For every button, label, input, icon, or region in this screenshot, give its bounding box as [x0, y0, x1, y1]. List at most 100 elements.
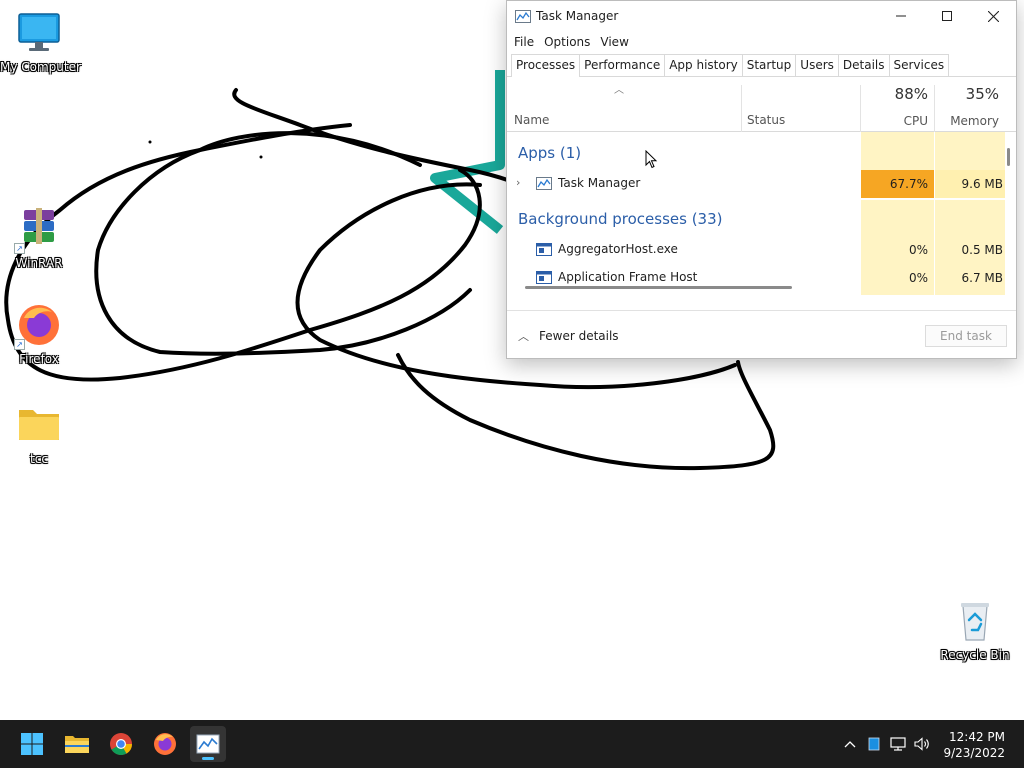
winrar-icon: ↗ [14, 206, 62, 254]
process-cpu: 67.7% [861, 170, 934, 198]
taskbar-chrome[interactable] [103, 726, 139, 762]
exe-window-icon [536, 243, 552, 256]
window-title: Task Manager [536, 9, 619, 23]
maximize-icon [942, 11, 952, 21]
vertical-scrollbar[interactable] [1007, 148, 1010, 166]
chevron-up-icon [844, 741, 856, 748]
cpu-cell-bg [861, 132, 934, 172]
tab-app-history[interactable]: App history [664, 54, 743, 76]
column-name[interactable]: Name [514, 113, 549, 127]
horizontal-scrollbar[interactable] [525, 286, 792, 289]
desktop-icon-label: WinRAR [15, 256, 63, 270]
shortcut-arrow-icon: ↗ [14, 339, 25, 350]
show-hidden-icons-button[interactable] [838, 720, 862, 768]
fewer-details-label: Fewer details [539, 329, 619, 343]
column-status[interactable]: Status [747, 113, 785, 127]
menu-view[interactable]: View [595, 35, 633, 49]
memory-cell-bg [935, 200, 1005, 240]
column-divider[interactable] [741, 85, 742, 132]
maximize-button[interactable] [924, 1, 970, 31]
column-memory[interactable]: 35% Memory [935, 77, 1005, 132]
firefox-icon [154, 733, 176, 755]
cpu-label: CPU [903, 114, 928, 128]
network-button[interactable] [886, 720, 910, 768]
network-icon [890, 737, 906, 751]
taskbar-firefox[interactable] [147, 726, 183, 762]
start-button[interactable] [14, 726, 50, 762]
memory-label: Memory [950, 114, 999, 128]
chrome-icon [110, 733, 132, 755]
menu-options[interactable]: Options [539, 35, 595, 49]
menu-file[interactable]: File [509, 35, 539, 49]
close-button[interactable] [970, 1, 1016, 31]
minimize-button[interactable] [878, 1, 924, 31]
chevron-up-icon: ︿ [518, 330, 529, 343]
mouse-cursor-icon [645, 150, 658, 169]
sort-caret-icon: ︿ [614, 85, 624, 96]
tab-users[interactable]: Users [795, 54, 839, 76]
desktop-icon-winrar[interactable]: ↗ WinRAR [0, 206, 78, 270]
tab-services[interactable]: Services [888, 54, 950, 76]
menu-bar: File Options View [507, 31, 1016, 53]
column-cpu[interactable]: 88% CPU [861, 77, 934, 132]
group-background-processes: Background processes (33) [518, 210, 723, 228]
start-icon [21, 733, 43, 755]
monitor-icon [16, 10, 62, 56]
file-explorer-icon [65, 736, 89, 753]
desktop-icon-label: Firefox [19, 352, 59, 366]
process-name: Task Manager [558, 176, 641, 190]
taskbar-file-explorer[interactable] [59, 726, 95, 762]
active-app-indicator [202, 757, 214, 760]
title-bar[interactable]: Task Manager [507, 1, 1016, 31]
desktop-icon-tcc[interactable]: tcc [0, 402, 78, 466]
tab-performance[interactable]: Performance [579, 54, 666, 76]
process-row[interactable]: › Task Manager 67.7% 9.6 MB [507, 170, 1005, 198]
memory-cell-bg [935, 132, 1005, 172]
process-cpu: 0% [908, 271, 928, 285]
cpu-cell-bg [861, 200, 934, 240]
process-list[interactable]: Apps (1) › Task Manager 67.7% 9.6 MB Bac… [507, 132, 1016, 295]
task-manager-icon [536, 177, 552, 190]
clock[interactable]: 12:42 PM 9/23/2022 [943, 729, 1005, 761]
exe-window-icon [536, 271, 552, 284]
fewer-details-button[interactable]: ︿ Fewer details [518, 328, 619, 344]
tab-strip: Processes Performance App history Startu… [507, 53, 1016, 77]
process-row[interactable]: AggregatorHost.exe 0% 0.5 MB [507, 236, 1005, 264]
expand-chevron-icon[interactable]: › [516, 176, 520, 189]
process-name: AggregatorHost.exe [558, 242, 678, 256]
end-task-button[interactable]: End task [925, 325, 1007, 347]
taskbar-task-manager[interactable] [190, 726, 226, 762]
task-manager-icon [515, 9, 531, 23]
taskbar: 12:42 PM 9/23/2022 [0, 720, 1024, 768]
minimize-icon [896, 15, 906, 17]
shortcut-arrow-icon: ↗ [14, 243, 25, 254]
process-name: Application Frame Host [558, 270, 698, 284]
desktop-icon-label: tcc [30, 452, 48, 466]
desktop-icon-recycle-bin[interactable]: Recycle Bin [936, 598, 1014, 662]
process-cpu: 0% [908, 243, 928, 257]
system-tray [838, 720, 934, 768]
close-icon [987, 10, 999, 22]
task-manager-window: Task Manager File Options View Processes… [506, 0, 1017, 359]
column-header: ︿ Name Status 88% CPU 35% Memory [507, 77, 1016, 132]
tray-app-button[interactable] [862, 720, 886, 768]
desktop-icon-my-computer[interactable]: My Computer [0, 10, 81, 74]
recycle-bin-icon [952, 598, 998, 644]
footer-bar: ︿ Fewer details End task [507, 310, 1016, 358]
desktop-icon-firefox[interactable]: ↗ Firefox [0, 302, 78, 366]
clock-date: 9/23/2022 [943, 746, 1005, 760]
tab-startup[interactable]: Startup [741, 54, 797, 76]
clock-time: 12:42 PM [949, 730, 1005, 744]
task-manager-icon [196, 734, 220, 754]
tab-details[interactable]: Details [837, 54, 890, 76]
app-tray-icon [868, 737, 880, 751]
tab-processes[interactable]: Processes [511, 54, 581, 77]
volume-button[interactable] [910, 720, 934, 768]
firefox-icon: ↗ [14, 302, 62, 350]
desktop-icon-label: My Computer [0, 60, 81, 74]
desktop-icon-label: Recycle Bin [940, 648, 1010, 662]
cpu-total-percent: 88% [894, 85, 928, 103]
process-memory: 9.6 MB [935, 170, 1005, 198]
process-memory: 6.7 MB [961, 271, 1003, 285]
group-apps: Apps (1) [518, 144, 582, 162]
